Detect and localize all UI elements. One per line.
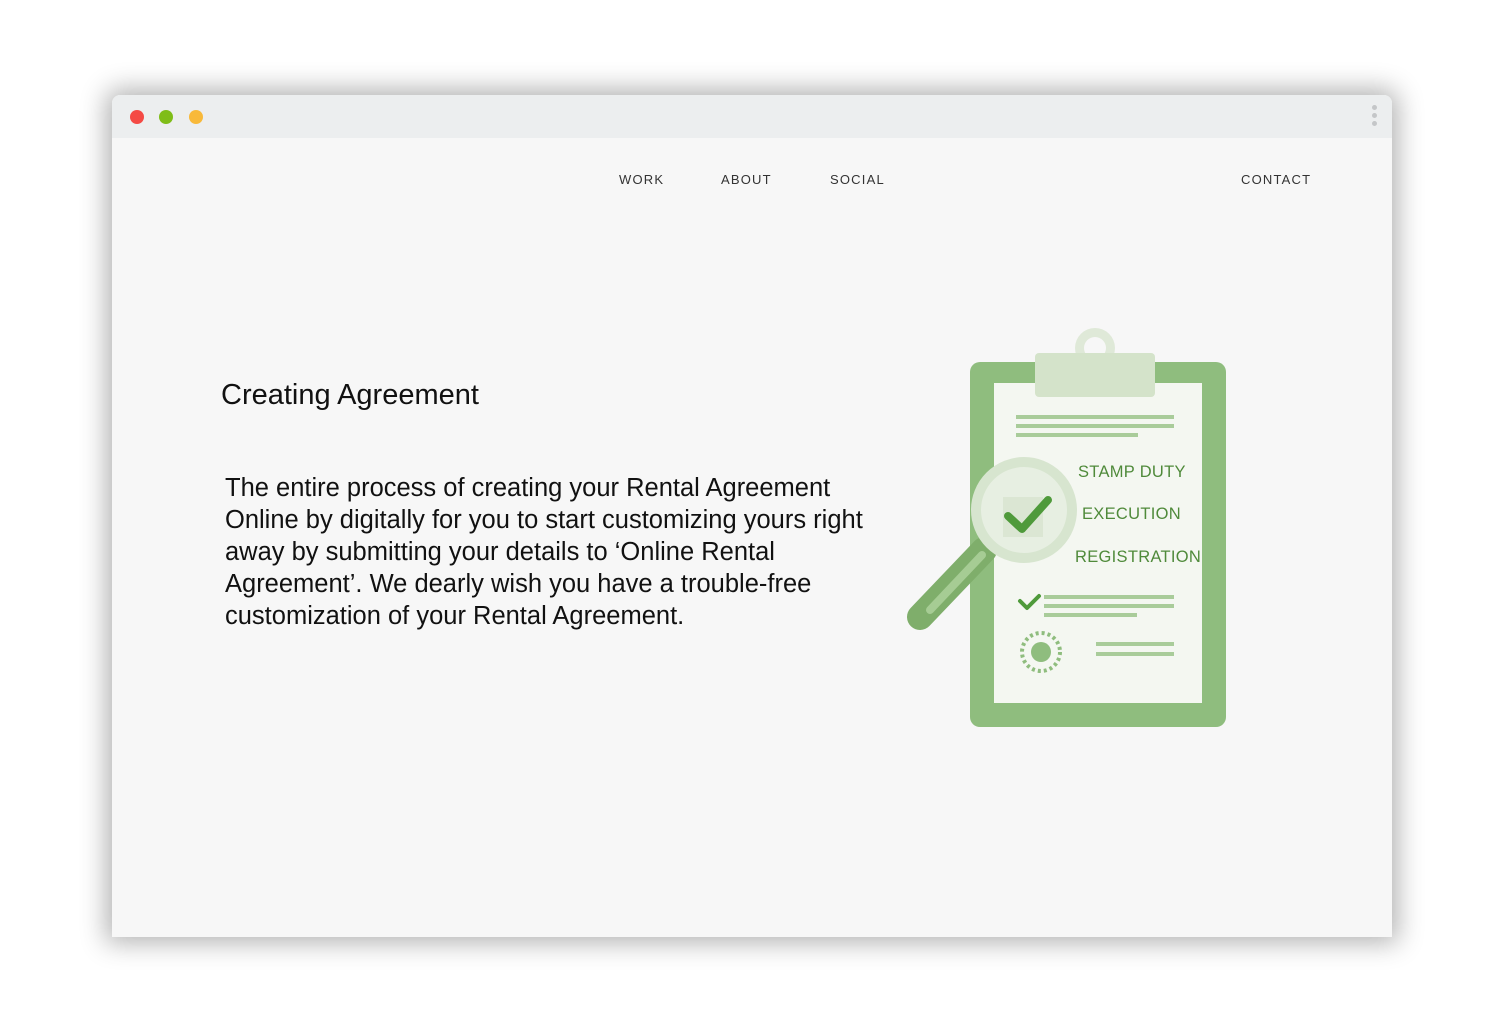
nav-contact-link[interactable]: CONTACT (1241, 172, 1311, 187)
nav-about-link[interactable]: ABOUT (721, 172, 772, 187)
page-heading: Creating Agreement (221, 379, 479, 411)
nav-work-link[interactable]: WORK (619, 172, 664, 187)
window-titlebar (112, 95, 1392, 138)
intro-paragraph: The entire process of creating your Rent… (225, 474, 863, 630)
label-execution: EXECUTION (1082, 505, 1181, 523)
label-stamp-duty: STAMP DUTY (1078, 463, 1186, 481)
nav-social-link[interactable]: SOCIAL (830, 172, 885, 187)
maximize-window-button[interactable] (159, 110, 173, 124)
clipboard-checklist-icon (907, 328, 1226, 727)
minimize-window-button[interactable] (189, 110, 203, 124)
more-options-icon[interactable] (1368, 105, 1380, 131)
browser-window: WORK ABOUT SOCIAL CONTACT Creating Agree… (112, 95, 1392, 937)
close-window-button[interactable] (130, 110, 144, 124)
label-registration: REGISTRATION (1075, 548, 1202, 566)
clipboard-illustration: STAMP DUTY EXECUTION REGISTRATION (902, 325, 1242, 730)
